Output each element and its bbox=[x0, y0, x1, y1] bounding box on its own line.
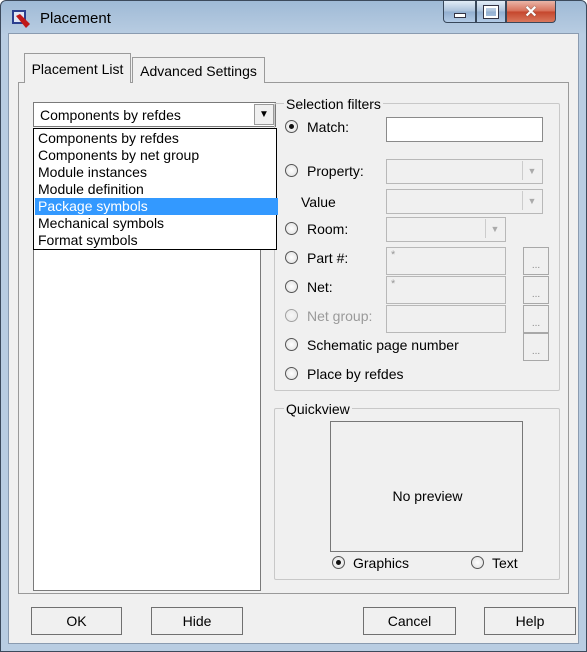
property-label: Property: bbox=[307, 163, 364, 179]
schematic-browse-button[interactable]: ... bbox=[523, 333, 549, 361]
schematic-page-radio[interactable] bbox=[285, 338, 298, 351]
tab-label: Placement List bbox=[31, 60, 124, 77]
net-group-radio[interactable] bbox=[285, 309, 298, 322]
chevron-down-icon: ▼ bbox=[522, 191, 541, 210]
maximize-button[interactable] bbox=[476, 1, 506, 23]
property-radio[interactable] bbox=[285, 164, 298, 177]
tab-placement-list[interactable]: Placement List bbox=[24, 53, 131, 83]
net-label: Net: bbox=[307, 279, 333, 295]
quickview-legend: Quickview bbox=[284, 401, 352, 417]
cancel-button[interactable]: Cancel bbox=[363, 607, 456, 635]
close-button[interactable]: ✕ bbox=[506, 1, 556, 23]
chevron-down-icon[interactable]: ▼ bbox=[254, 104, 274, 125]
net-input[interactable]: * bbox=[386, 276, 506, 304]
part-label: Part #: bbox=[307, 250, 349, 266]
graphics-label: Graphics bbox=[353, 555, 410, 571]
app-icon bbox=[12, 10, 30, 28]
net-group-input[interactable] bbox=[386, 305, 506, 333]
preview-text: No preview bbox=[392, 488, 463, 504]
room-label: Room: bbox=[307, 221, 349, 237]
dropdown-option[interactable]: Mechanical symbols bbox=[35, 215, 278, 232]
window-title: Placement bbox=[40, 10, 111, 27]
dropdown-option[interactable]: Module definition bbox=[35, 181, 278, 198]
chevron-down-icon: ▼ bbox=[522, 161, 541, 180]
dropdown-option-highlighted[interactable]: Package symbols bbox=[35, 198, 278, 215]
close-icon: ✕ bbox=[524, 3, 538, 21]
text-label: Text bbox=[492, 555, 518, 571]
room-select[interactable]: ▼ bbox=[386, 217, 506, 242]
net-radio[interactable] bbox=[285, 280, 298, 293]
text-radio[interactable] bbox=[471, 556, 484, 569]
hide-button[interactable]: Hide bbox=[151, 607, 243, 635]
room-radio[interactable] bbox=[285, 222, 298, 235]
place-by-refdes-radio[interactable] bbox=[285, 367, 298, 380]
match-radio[interactable] bbox=[285, 120, 298, 133]
dropdown-option[interactable]: Components by net group bbox=[35, 147, 278, 164]
ok-button[interactable]: OK bbox=[31, 607, 122, 635]
dropdown-option[interactable]: Module instances bbox=[35, 164, 278, 181]
minimize-button[interactable] bbox=[443, 1, 476, 23]
value-select[interactable]: ▼ bbox=[386, 189, 543, 214]
combo-value: Components by refdes bbox=[40, 107, 181, 123]
preview-box: No preview bbox=[330, 421, 523, 552]
part-browse-button[interactable]: ... bbox=[523, 247, 549, 275]
schematic-page-label: Schematic page number bbox=[307, 337, 459, 353]
list-type-combo[interactable]: Components by refdes ▼ bbox=[33, 102, 276, 127]
match-input[interactable] bbox=[386, 117, 543, 142]
graphics-radio[interactable] bbox=[332, 556, 345, 569]
place-by-refdes-label: Place by refdes bbox=[307, 366, 404, 382]
part-radio[interactable] bbox=[285, 251, 298, 264]
combo-dropdown-list[interactable]: Components by refdes Components by net g… bbox=[33, 128, 278, 250]
match-label: Match: bbox=[307, 119, 350, 135]
tab-advanced-settings[interactable]: Advanced Settings bbox=[132, 57, 265, 83]
net-group-label: Net group: bbox=[307, 308, 373, 324]
selection-filters-legend: Selection filters bbox=[284, 96, 383, 112]
minimize-icon bbox=[453, 13, 466, 18]
help-button[interactable]: Help bbox=[484, 607, 576, 635]
net-group-browse-button[interactable]: ... bbox=[523, 305, 549, 333]
property-select[interactable]: ▼ bbox=[386, 159, 543, 184]
value-label: Value bbox=[301, 194, 336, 210]
chevron-down-icon: ▼ bbox=[485, 219, 504, 238]
part-input[interactable]: * bbox=[386, 247, 506, 275]
dropdown-option[interactable]: Format symbols bbox=[35, 232, 278, 249]
maximize-icon bbox=[483, 4, 499, 19]
dropdown-option[interactable]: Components by refdes bbox=[35, 130, 278, 147]
tab-label: Advanced Settings bbox=[140, 62, 257, 79]
net-browse-button[interactable]: ... bbox=[523, 276, 549, 304]
